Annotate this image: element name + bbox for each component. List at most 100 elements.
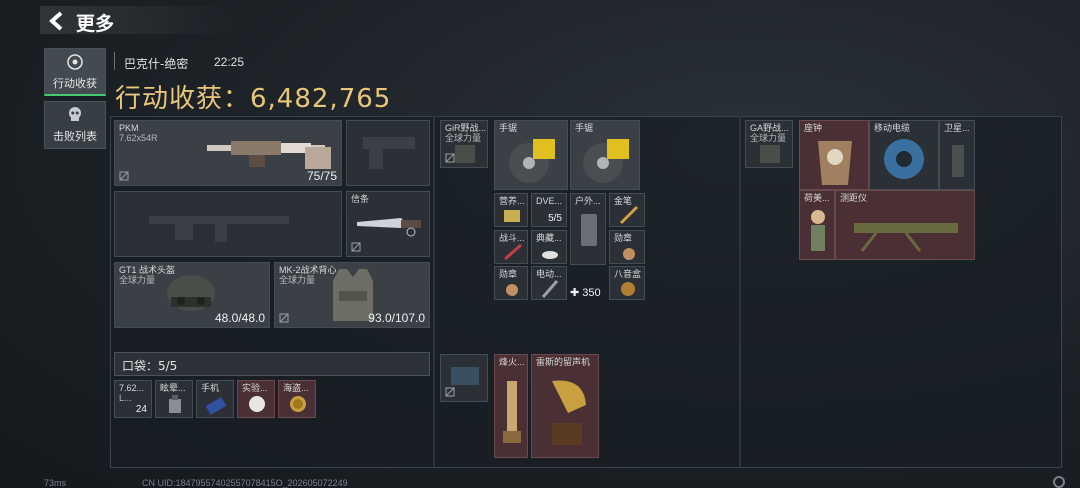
item-gramophone[interactable]: 雷斯的留声机: [531, 354, 599, 458]
item-collection[interactable]: 典藏...: [531, 230, 567, 264]
ping: 73ms: [44, 478, 67, 488]
item-name: 雷斯的留声机: [536, 357, 591, 367]
tab-harvest-label: 行动收获: [53, 76, 97, 90]
item-nutrition[interactable]: 营养...: [494, 193, 528, 227]
gramophone-icon: [552, 380, 586, 445]
circular-saw-icon: [583, 139, 629, 183]
secondary-weapon-slot-empty[interactable]: [114, 191, 342, 257]
secure-container-slot[interactable]: [440, 354, 488, 402]
helmet-icon: [167, 275, 215, 311]
pocket-item-experiment[interactable]: 实验...: [237, 380, 275, 418]
item-combat[interactable]: 战斗...: [494, 230, 528, 264]
pocket-item-phone[interactable]: 手机: [196, 380, 234, 418]
pocket-item-pirate[interactable]: 海盗...: [278, 380, 316, 418]
melee-name: 信条: [351, 194, 370, 204]
pocket-item-flashbang[interactable]: 眩晕...: [155, 380, 193, 418]
dish-icon: [249, 396, 265, 412]
item-name: 荷美...: [804, 193, 830, 203]
divider: [114, 52, 115, 70]
music-box-icon: [621, 282, 635, 296]
tab-harvest[interactable]: 行动收获: [44, 48, 106, 96]
item-electric[interactable]: 电动...: [531, 266, 567, 300]
back-arrow-icon[interactable]: [46, 10, 68, 32]
item-count: 24: [135, 404, 147, 415]
item-beacon[interactable]: 烽火...: [494, 354, 528, 458]
item-medal[interactable]: 勋章: [494, 266, 528, 300]
figurine-icon: [811, 210, 825, 251]
harvest-value: 行动收获：6,482,765: [115, 84, 392, 114]
item-name: 卫星...: [944, 123, 970, 133]
case-icon: [451, 367, 479, 385]
target-icon: [67, 53, 83, 70]
sidearm-slot-empty[interactable]: [346, 120, 430, 186]
chest-rig-slot[interactable]: GiR野战... 全球力量: [440, 120, 488, 168]
item-name: 海盗...: [283, 383, 309, 393]
weapon-ammo-type: 7.62x54R: [119, 133, 158, 143]
item-rangefinder[interactable]: 测距仪: [835, 190, 975, 260]
item-hummel[interactable]: 荷美...: [799, 190, 835, 260]
rangefinder-icon: [854, 223, 958, 252]
trophy-icon: [503, 381, 521, 443]
teacup-icon: [542, 251, 558, 259]
tab-kill-list[interactable]: 击败列表: [44, 101, 106, 149]
medal-icon: [506, 284, 518, 296]
item-medal[interactable]: 勋章: [609, 230, 645, 264]
item-name: DVE...: [536, 196, 563, 206]
item-name: 手机: [201, 383, 220, 393]
screwdriver-icon: [541, 280, 559, 298]
pistol-silhouette-icon: [363, 137, 415, 169]
circular-saw-icon: [509, 139, 555, 183]
page-title: 更多: [76, 13, 115, 35]
flask-icon: [581, 214, 597, 246]
item-gold-pen[interactable]: 金笔: [609, 193, 645, 227]
item-outdoor[interactable]: 户外...: [570, 193, 606, 265]
gear-icon[interactable]: [1052, 475, 1066, 488]
rig-icon: [455, 145, 475, 163]
melee-slot[interactable]: 信条: [346, 191, 430, 257]
plus-icon: ✚: [570, 287, 583, 299]
item-count: 5/5: [548, 213, 562, 224]
satellite-phone-icon: [952, 145, 964, 177]
medal-icon: [623, 248, 635, 260]
lock-icon: [445, 387, 455, 397]
item-music-box[interactable]: 八音盒: [609, 266, 645, 300]
skull-icon: [69, 107, 81, 121]
injector-icon: [504, 243, 522, 261]
item-cable-reel[interactable]: 移动电缆: [869, 120, 939, 190]
ammo-count: 75/75: [306, 169, 337, 183]
armor-faction: 全球力量: [279, 275, 316, 285]
tab-kill-list-label: 击败列表: [53, 130, 97, 143]
item-name: 眩晕...: [160, 383, 186, 393]
cable-reel-icon: [884, 139, 924, 179]
lock-icon: [445, 153, 455, 163]
primary-weapon-slot[interactable]: PKM 7.62x54R 75/75: [114, 120, 342, 186]
item-extra-value: ✚ 350: [570, 286, 601, 299]
rifle-silhouette-icon: [149, 216, 289, 242]
rig-icon: [760, 145, 780, 163]
item-name: 户外...: [575, 196, 601, 206]
item-clock[interactable]: 座钟: [799, 120, 869, 190]
item-handsaw[interactable]: 手锯: [494, 120, 568, 190]
item-sub: L...: [119, 393, 132, 403]
column-divider: [433, 116, 435, 468]
chest-rig-slot[interactable]: GA野战... 全球力量: [745, 120, 793, 168]
item-name: 烽火...: [499, 357, 525, 367]
machine-gun-icon: [207, 141, 331, 169]
match-time: 22:25: [214, 55, 245, 69]
helmet-durability: 48.0/48.0: [214, 311, 265, 325]
pocket-item-ammo[interactable]: 7.62... L... 24: [114, 380, 152, 418]
pen-icon: [619, 205, 639, 225]
item-handsaw[interactable]: 手锯: [570, 120, 640, 190]
item-name: 测距仪: [840, 193, 868, 203]
extra-count: 350: [582, 287, 601, 299]
helmet-faction: 全球力量: [119, 275, 156, 285]
phone-icon: [205, 397, 227, 415]
helmet-slot[interactable]: GT1 战术头盔 全球力量 48.0/48.0: [114, 262, 270, 328]
clock-icon: [818, 141, 852, 185]
pocket-label: 口袋：5/5: [122, 359, 178, 373]
item-dve[interactable]: DVE... 5/5: [531, 193, 567, 227]
item-satellite[interactable]: 卫星...: [939, 120, 975, 190]
map-name: 巴克什-绝密: [124, 57, 189, 71]
armor-slot[interactable]: MK-2战术背心 全球力量 93.0/107.0: [274, 262, 430, 328]
lock-icon: [279, 313, 289, 323]
